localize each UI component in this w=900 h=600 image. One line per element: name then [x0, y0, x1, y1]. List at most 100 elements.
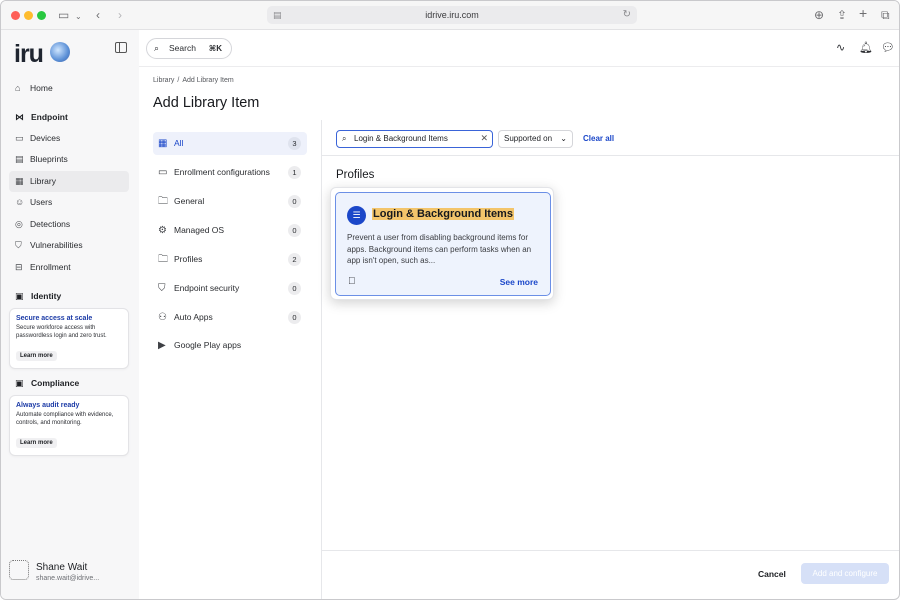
tabs-icon[interactable]: ⧉: [881, 8, 890, 22]
library-item-card-body[interactable]: ☰ Login & Background Items Prevent a use…: [335, 192, 551, 296]
breadcrumb: Library / Add Library Item: [153, 77, 237, 84]
category-label: Enrollment configurations: [174, 167, 270, 177]
chat-icon[interactable]: 💬︎: [881, 42, 895, 54]
sidebar-item-detections[interactable]: ◎ Detections: [9, 214, 129, 235]
logo-orb-icon: [50, 42, 70, 62]
home-icon: ⌂: [15, 83, 21, 93]
google-play-icon: ▶: [158, 340, 166, 351]
section-compliance: ▣ Compliance: [15, 378, 79, 388]
folder-icon: 🗀︎: [158, 196, 168, 207]
forward-icon[interactable]: ›: [118, 8, 122, 22]
gears-icon: ⚙: [158, 225, 167, 236]
minimize-window-button[interactable]: [24, 11, 33, 20]
reload-icon[interactable]: ↻: [623, 6, 631, 24]
bell-icon[interactable]: 🔔︎: [859, 42, 873, 54]
search-button[interactable]: ⌕ Search ⌘K: [146, 38, 232, 59]
search-icon: ⌕: [154, 43, 160, 53]
learn-more-button[interactable]: Learn more: [16, 438, 57, 448]
section-label: Compliance: [31, 378, 80, 388]
target-icon: ◎: [15, 219, 23, 229]
user-profile[interactable]: Shane Wait shane.wait@idrive...: [9, 558, 134, 588]
url-text: idrive.iru.com: [425, 10, 479, 20]
promo-description: Secure workforce access with passwordles…: [16, 325, 107, 339]
category-count: 0: [288, 311, 301, 324]
category-endpoint-security[interactable]: ⛉ Endpoint security 0: [153, 277, 307, 300]
chevron-down-icon: ⌄: [560, 134, 567, 143]
identity-icon: ▣: [15, 291, 24, 301]
category-label: All: [174, 138, 184, 148]
auto-apps-icon: ⚇: [158, 312, 167, 323]
promo-description: Automate compliance with evidence, contr…: [16, 412, 114, 426]
sidebar-toggle-icon[interactable]: ▭: [58, 8, 69, 22]
category-label: Endpoint security: [174, 283, 240, 293]
sidebar-item-enrollment[interactable]: ⊟ Enrollment: [9, 257, 129, 278]
category-managed-os[interactable]: ⚙ Managed OS 0: [153, 219, 307, 242]
category-google-play-apps[interactable]: ▶ Google Play apps: [153, 334, 307, 357]
supported-on-select[interactable]: Supported on ⌄: [498, 130, 573, 148]
sidebar-item-label: Devices: [30, 133, 61, 143]
section-title: Profiles: [336, 169, 375, 181]
category-enrollment-configurations[interactable]: ▭ Enrollment configurations 1: [153, 161, 307, 184]
section-label: Identity: [31, 291, 62, 301]
back-icon[interactable]: ‹: [96, 8, 100, 22]
add-and-configure-button[interactable]: Add and configure: [801, 563, 889, 584]
cancel-button[interactable]: Cancel: [758, 569, 786, 579]
category-auto-apps[interactable]: ⚇ Auto Apps 0: [153, 306, 307, 329]
section-endpoint: ⋈ Endpoint: [15, 112, 68, 122]
sidebar-item-devices[interactable]: ▭ Devices: [9, 128, 129, 149]
category-count: 2: [288, 253, 301, 266]
endpoint-icon: ⋈: [15, 112, 24, 122]
sidebar-item-library[interactable]: ▦ Library: [9, 171, 129, 192]
category-count: 1: [288, 166, 301, 179]
category-count: 0: [288, 282, 301, 295]
blueprint-icon: ▤: [15, 154, 24, 164]
category-profiles[interactable]: 🗀︎ Profiles 2: [153, 248, 307, 271]
sidebar-item-vulnerabilities[interactable]: ⛉ Vulnerabilities: [9, 235, 129, 256]
address-bar[interactable]: ▤ idrive.iru.com ↻: [267, 6, 637, 24]
grid-icon: ▦: [15, 176, 24, 186]
browser-toolbar: ▭ ⌄ ‹ › ▤ idrive.iru.com ↻ ⊕ ⇪ + ⧉: [1, 1, 899, 30]
clear-all-button[interactable]: Clear all: [583, 134, 614, 143]
category-count: 0: [288, 195, 301, 208]
sidebar-item-label: Home: [30, 83, 53, 93]
learn-more-button[interactable]: Learn more: [16, 351, 57, 361]
page-settings-icon[interactable]: ▤: [273, 6, 282, 24]
category-count: 0: [288, 224, 301, 237]
search-shortcut: ⌘K: [208, 44, 222, 53]
library-search-input[interactable]: ⌕ Login & Background Items ✕: [336, 130, 493, 148]
user-icon: ☺: [15, 197, 25, 207]
category-all[interactable]: ▦ All 3: [153, 132, 307, 155]
category-general[interactable]: 🗀︎ General 0: [153, 190, 307, 213]
sidebar-item-blueprints[interactable]: ▤ Blueprints: [9, 149, 129, 170]
breadcrumb-library-link[interactable]: Library: [153, 77, 174, 84]
browser-window: ▭ ⌄ ‹ › ▤ idrive.iru.com ↻ ⊕ ⇪ + ⧉ iru ⌂…: [0, 0, 900, 600]
card-title: Login & Background Items: [372, 208, 514, 220]
sidebar-item-label: Library: [30, 176, 56, 186]
section-identity: ▣ Identity: [15, 291, 61, 301]
grid-icon: ▦: [158, 138, 168, 149]
sidebar-item-label: Users: [30, 197, 53, 207]
breadcrumb-current: Add Library Item: [182, 77, 234, 84]
zoom-window-button[interactable]: [37, 11, 46, 20]
logo: iru: [14, 40, 44, 68]
category-label: Google Play apps: [174, 340, 242, 350]
chevron-down-icon[interactable]: ⌄: [75, 10, 82, 24]
see-more-link[interactable]: See more: [500, 277, 538, 287]
activity-icon[interactable]: ∿: [836, 42, 845, 54]
app-topbar: ⌕ Search ⌘K ∿ 🔔︎ 💬︎: [139, 30, 899, 67]
sidebar: iru ⌂ Home ⋈ Endpoint ▭ Devices ▤ Bluepr…: [1, 30, 139, 599]
footer-actions: Cancel Add and configure: [322, 550, 899, 599]
new-tab-icon[interactable]: +: [859, 6, 867, 20]
clear-search-icon[interactable]: ✕: [480, 131, 488, 146]
close-window-button[interactable]: [11, 11, 20, 20]
download-icon[interactable]: ⊕: [814, 8, 824, 22]
laptop-icon: ▭: [15, 133, 24, 143]
sidebar-item-users[interactable]: ☺ Users: [9, 192, 129, 213]
collapse-sidebar-icon[interactable]: [115, 42, 127, 53]
main-content: ⌕ Login & Background Items ✕ Supported o…: [322, 120, 899, 599]
promo-title: Secure access at scale: [16, 315, 93, 322]
sidebar-item-home[interactable]: ⌂ Home: [9, 78, 129, 99]
share-icon[interactable]: ⇪: [837, 8, 847, 22]
sidebar-item-label: Blueprints: [30, 154, 68, 164]
library-item-card[interactable]: ☰ Login & Background Items Prevent a use…: [330, 187, 554, 300]
